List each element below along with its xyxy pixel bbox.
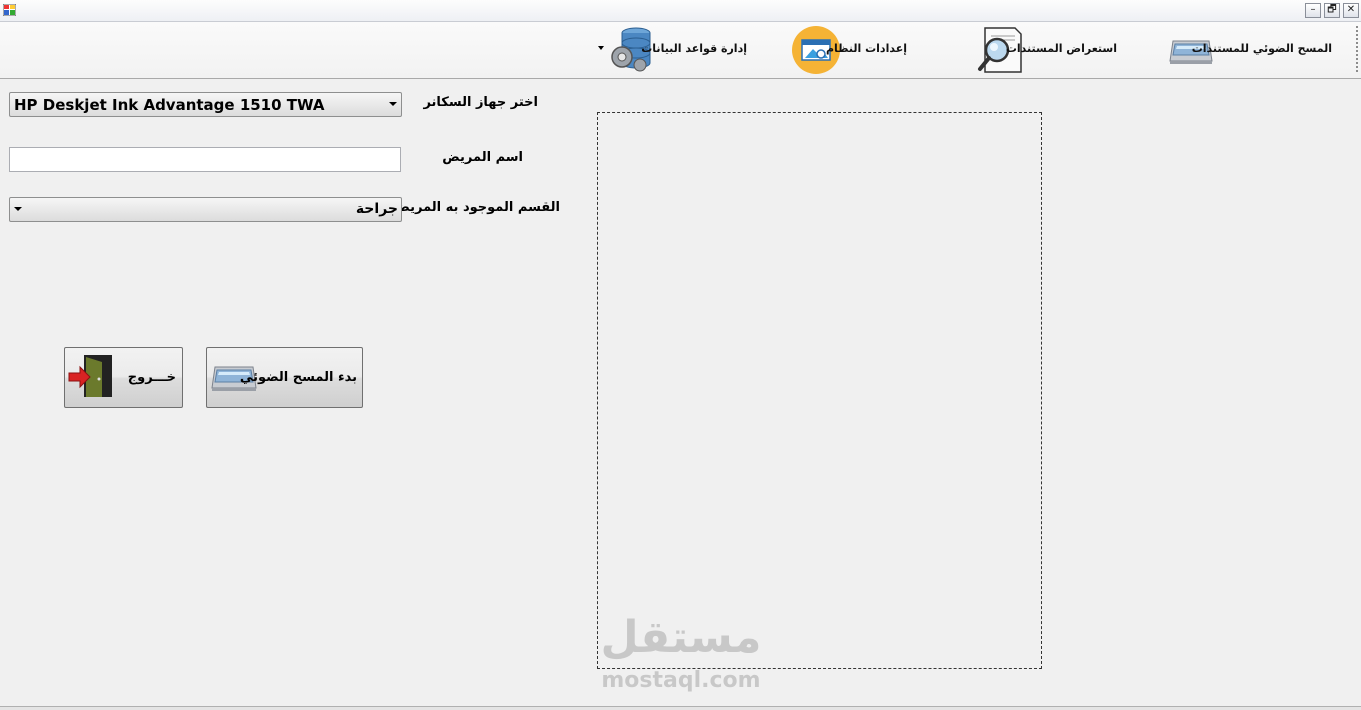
close-button[interactable]: ✕ — [1343, 3, 1359, 18]
app-icon — [3, 4, 16, 16]
chevron-down-icon — [389, 102, 397, 106]
main-toolbar: المسح الضوئي للمستندات استعراض المستندات… — [0, 22, 1361, 79]
chevron-down-icon — [598, 46, 604, 50]
start-scan-button-label: بدء المسح الضوئي — [239, 370, 357, 385]
department-select-value: جراحة — [355, 201, 398, 217]
department-select[interactable]: جراحة — [9, 197, 402, 222]
toolbar-item-label: استعراض المستندات — [1005, 42, 1117, 55]
exit-button-label: خـــروج — [127, 370, 176, 385]
scanner-label: اختر جهاز السكانر — [423, 95, 538, 110]
status-strip — [0, 706, 1361, 710]
start-scan-button[interactable]: بدء المسح الضوئي — [206, 347, 363, 408]
toolbar-item-label: إعدادات النظام — [825, 42, 907, 55]
chevron-down-icon — [14, 207, 22, 211]
toolbar-item-system-settings[interactable]: إعدادات النظام — [788, 22, 913, 78]
window-titlebar: – 🗗 ✕ — [0, 0, 1361, 22]
watermark-latin: mostaql.com — [601, 668, 761, 693]
toolbar-item-label: إدارة قواعد البيانات — [641, 42, 747, 55]
toolbar-item-scan-documents[interactable]: المسح الضوئي للمستندات — [1165, 22, 1340, 78]
scan-preview-area — [597, 112, 1042, 669]
watermark: مستقل mostaql.com — [598, 612, 768, 698]
exit-button[interactable]: خـــروج — [64, 347, 183, 408]
exit-door-icon — [68, 355, 112, 397]
scanner-select-value: HP Deskjet Ink Advantage 1510 TWA — [14, 96, 325, 114]
minimize-button[interactable]: – — [1305, 3, 1321, 18]
watermark-arabic: مستقل — [600, 612, 762, 663]
patient-name-input[interactable] — [9, 147, 401, 172]
restore-button[interactable]: 🗗 — [1324, 3, 1340, 18]
toolbar-grip[interactable] — [1356, 26, 1358, 74]
department-label: القسم الموجود به المريض — [392, 200, 560, 215]
scanner-select[interactable]: HP Deskjet Ink Advantage 1510 TWA — [9, 92, 402, 117]
toolbar-item-label: المسح الضوئي للمستندات — [1191, 42, 1332, 55]
toolbar-item-database-management[interactable]: إدارة قواعد البيانات — [596, 22, 751, 78]
toolbar-item-browse-documents[interactable]: استعراض المستندات — [975, 22, 1125, 78]
patient-name-label: اسم المريض — [442, 150, 523, 165]
